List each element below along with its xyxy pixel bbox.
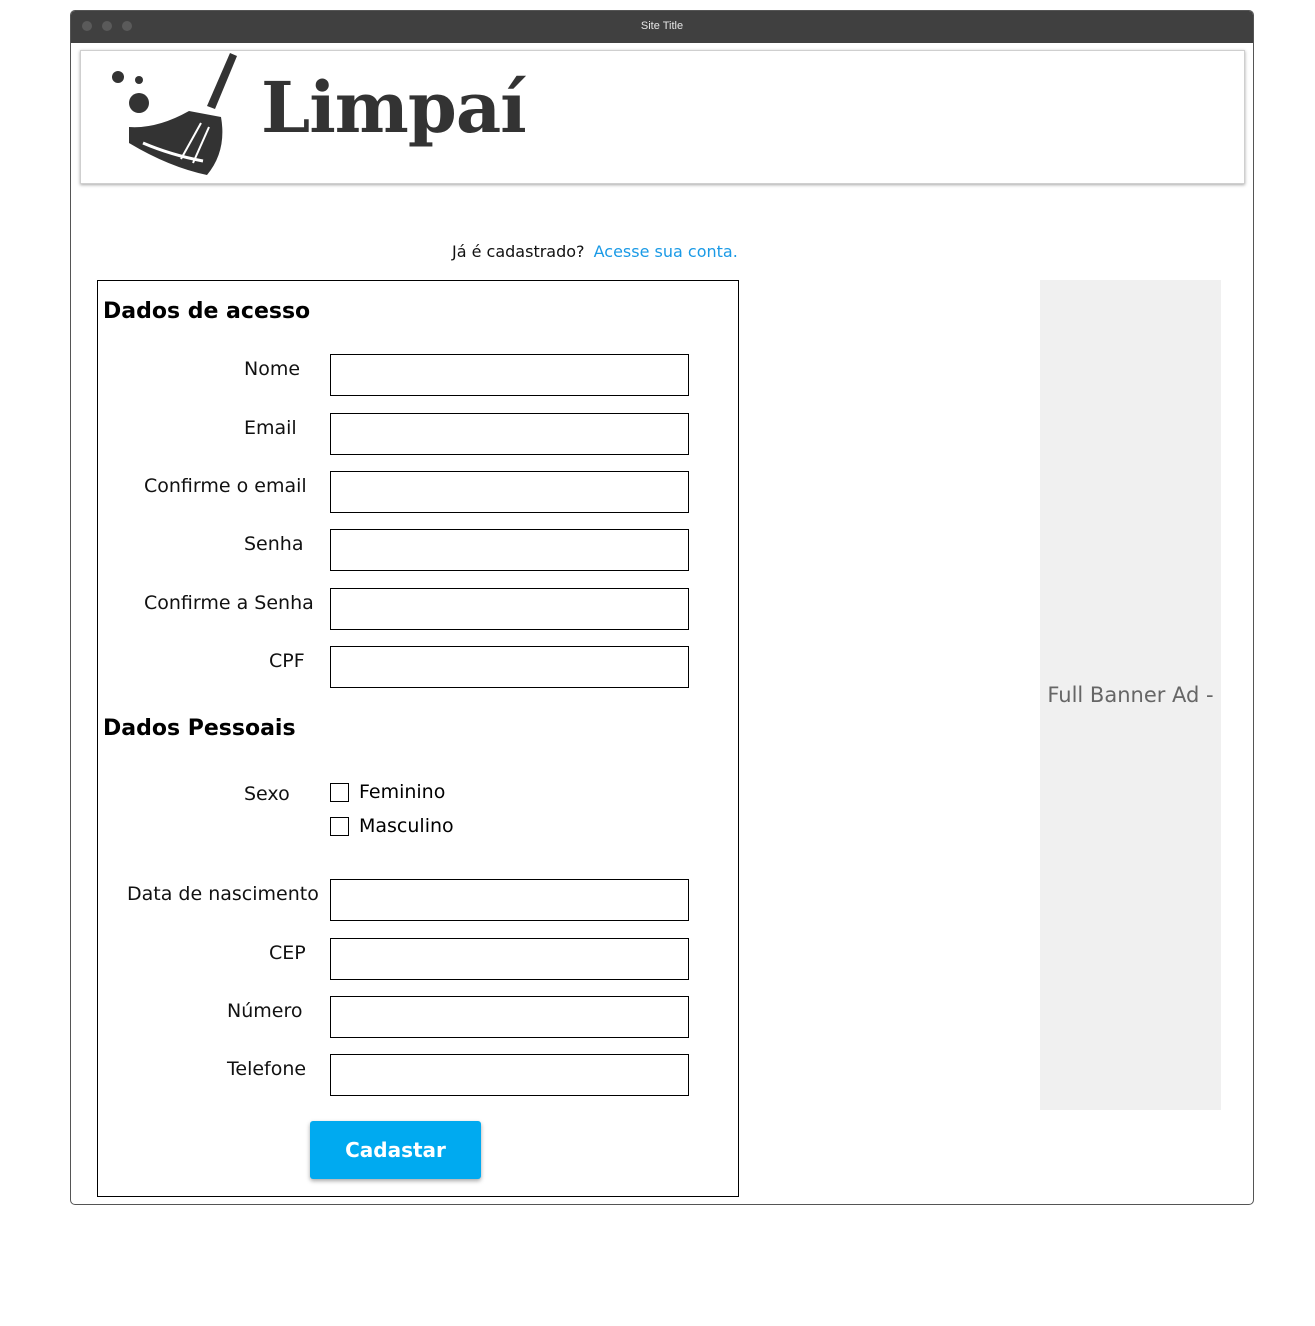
nascimento-label: Data de nascimento [127, 883, 319, 905]
browser-window: Site Title Limpaí Já é cadastrado? Acess… [70, 10, 1254, 1205]
telefone-input[interactable] [330, 1054, 689, 1096]
confirm-senha-input[interactable] [330, 588, 689, 630]
telefone-label: Telefone [227, 1058, 307, 1080]
feminino-label: Feminino [359, 781, 446, 803]
logo-text: Limpaí [261, 66, 527, 149]
masculino-checkbox[interactable] [330, 816, 349, 836]
sexo-option-feminino[interactable]: Feminino [330, 781, 445, 803]
login-link[interactable]: Acesse sua conta. [594, 242, 738, 261]
confirm-email-input[interactable] [330, 471, 689, 513]
window-title: Site Title [640, 20, 684, 32]
site-header: Limpaí [80, 50, 1245, 184]
cep-label: CEP [269, 942, 306, 964]
access-section-title: Dados de acesso [103, 299, 311, 324]
numero-input[interactable] [330, 996, 689, 1038]
nascimento-input[interactable] [330, 879, 689, 921]
confirm-senha-label: Confirme a Senha [144, 592, 314, 614]
numero-label: Número [227, 1000, 303, 1022]
title-bar: Site Title [71, 11, 1253, 43]
cpf-input[interactable] [330, 646, 689, 688]
personal-section-title: Dados Pessoais [103, 716, 296, 741]
sexo-option-masculino[interactable]: Masculino [330, 815, 454, 837]
email-input[interactable] [330, 413, 689, 455]
feminino-checkbox[interactable] [330, 782, 349, 802]
sexo-label: Sexo [244, 783, 290, 805]
senha-label: Senha [244, 533, 304, 555]
cadastrar-button[interactable]: Cadastar [310, 1121, 481, 1179]
banner-ad[interactable]: Full Banner Ad - [1040, 280, 1221, 1110]
masculino-label: Masculino [359, 815, 454, 837]
login-prompt: Já é cadastrado? Acesse sua conta. [452, 242, 738, 261]
registration-form: Dados de acesso Nome Email Confirme o em… [97, 280, 739, 1197]
confirm-email-label: Confirme o email [144, 475, 307, 497]
broom-icon [112, 53, 237, 175]
senha-input[interactable] [330, 529, 689, 571]
banner-ad-text: Full Banner Ad - [1047, 683, 1214, 707]
nome-label: Nome [244, 358, 301, 380]
cpf-label: CPF [269, 650, 305, 672]
email-label: Email [244, 417, 297, 439]
nome-input[interactable] [330, 354, 689, 396]
cep-input[interactable] [330, 938, 689, 980]
login-prompt-text: Já é cadastrado? [452, 242, 585, 261]
